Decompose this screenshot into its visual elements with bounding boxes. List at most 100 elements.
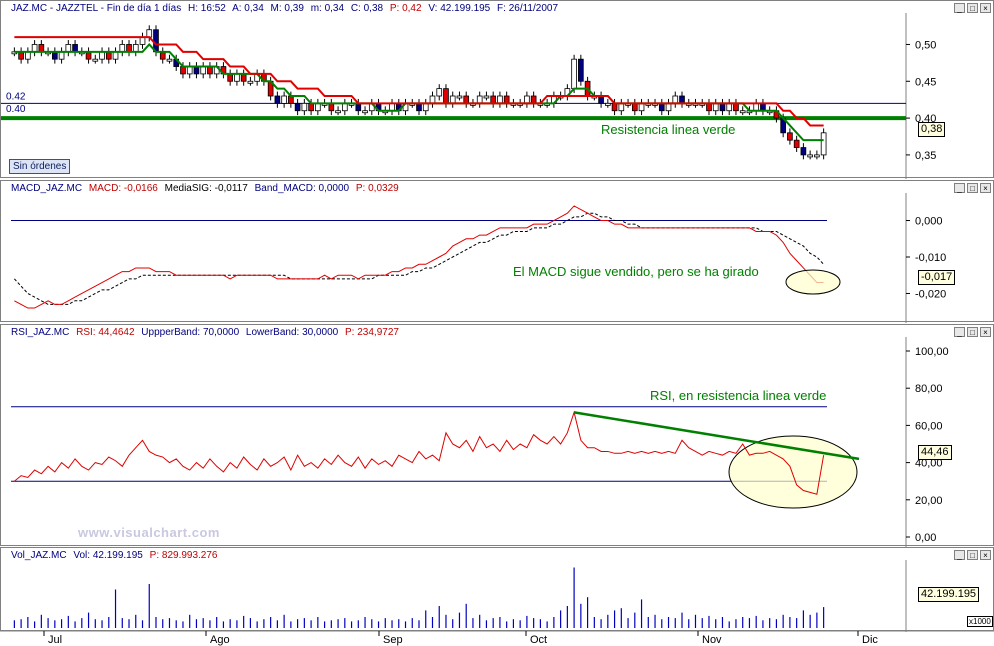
candle bbox=[476, 95, 483, 104]
candle bbox=[618, 102, 625, 112]
candle bbox=[72, 44, 78, 53]
price-tick-label: 0,45 bbox=[915, 76, 936, 88]
candle bbox=[422, 102, 429, 112]
candle bbox=[800, 147, 807, 156]
time-axis: Jul Ago Sep Oct Nov Dic bbox=[0, 631, 994, 646]
candle bbox=[814, 154, 820, 158]
volume-multiplier: x1000 bbox=[967, 616, 993, 627]
rsi-line bbox=[14, 410, 825, 495]
candle bbox=[38, 44, 45, 53]
candle bbox=[92, 58, 99, 62]
macd-line bbox=[14, 205, 824, 309]
candle bbox=[787, 132, 793, 141]
candle bbox=[672, 95, 679, 104]
candle bbox=[119, 44, 126, 53]
candle bbox=[227, 73, 234, 82]
candle bbox=[341, 102, 348, 112]
macd-tick-label: 0,000 bbox=[915, 216, 943, 228]
rsi-trendline bbox=[573, 411, 860, 461]
candle bbox=[733, 102, 739, 112]
candle bbox=[281, 95, 287, 104]
candle bbox=[416, 102, 422, 112]
candle bbox=[274, 95, 281, 104]
month-label: Ago bbox=[210, 634, 230, 646]
watermark: www.visualchart.com bbox=[78, 525, 220, 540]
rsi-tick-label: 100,00 bbox=[915, 346, 949, 358]
candle bbox=[436, 88, 443, 97]
candle bbox=[85, 51, 92, 60]
candle bbox=[234, 73, 240, 82]
candle bbox=[355, 102, 362, 112]
rsi-tick-label: 60,00 bbox=[915, 420, 943, 432]
candle bbox=[301, 102, 308, 112]
candle bbox=[598, 95, 604, 104]
candle bbox=[25, 51, 31, 60]
month-label: Jul bbox=[48, 634, 62, 646]
macd-highlight-ellipse bbox=[785, 269, 841, 295]
candle bbox=[820, 132, 827, 156]
price-panel: JAZ.MC - JAZZTEL - Fin de día 1 días H: … bbox=[0, 0, 994, 179]
price-last-value: 0,38 bbox=[918, 122, 946, 137]
macd-panel: MACD_JAZ.MC MACD: -0,0166 MediaSIG: -0,0… bbox=[0, 180, 994, 323]
candle bbox=[429, 95, 436, 104]
rsi-chart: 100,0080,0060,0040,0020,000,00RSI, en re… bbox=[11, 337, 949, 547]
candle bbox=[18, 51, 24, 60]
candle bbox=[193, 66, 200, 75]
candle bbox=[126, 44, 132, 53]
candle bbox=[52, 51, 58, 60]
candle bbox=[186, 66, 193, 75]
candle bbox=[611, 102, 618, 112]
candle bbox=[132, 44, 139, 53]
volume-chart bbox=[13, 560, 907, 632]
macd-tick-label: -0,020 bbox=[915, 288, 946, 300]
candle bbox=[658, 102, 665, 112]
candle bbox=[604, 102, 611, 106]
candle bbox=[793, 139, 800, 148]
candle bbox=[665, 102, 672, 112]
macd-signal-line bbox=[14, 212, 824, 305]
price-annotation: Resistencia linea verde bbox=[601, 122, 735, 137]
level-label-042: 0.42 bbox=[6, 91, 26, 102]
level-label-040: 0.40 bbox=[6, 104, 26, 115]
candle bbox=[719, 102, 726, 112]
candle bbox=[760, 102, 766, 112]
candle bbox=[247, 80, 254, 84]
candle bbox=[180, 66, 186, 75]
rsi-tick-label: 20,00 bbox=[915, 495, 943, 507]
candle bbox=[483, 95, 490, 99]
candle bbox=[200, 66, 207, 75]
candle bbox=[99, 51, 105, 60]
candle bbox=[449, 95, 456, 104]
volume-last-value: 42.199.195 bbox=[918, 587, 980, 602]
candle bbox=[463, 95, 470, 104]
candle bbox=[159, 51, 166, 60]
candle bbox=[207, 66, 213, 75]
candle bbox=[294, 102, 301, 112]
candle bbox=[726, 102, 733, 112]
macd-last-value: -0,017 bbox=[918, 270, 956, 285]
candle bbox=[503, 95, 510, 104]
candle bbox=[578, 58, 584, 82]
candle bbox=[362, 110, 368, 114]
price-chart: 0,500,450,400,350.420.40Resistencia line… bbox=[1, 13, 936, 179]
candle bbox=[139, 36, 146, 45]
rsi-last-value: 44,46 bbox=[918, 445, 952, 460]
candle bbox=[315, 102, 321, 112]
month-label: Sep bbox=[383, 634, 403, 646]
candle bbox=[105, 51, 112, 60]
candle bbox=[706, 102, 712, 112]
candle bbox=[146, 29, 153, 38]
candle bbox=[31, 44, 38, 53]
rsi-annotation: RSI, en resistencia linea verde bbox=[650, 388, 826, 403]
price-tick-label: 0,35 bbox=[915, 150, 936, 162]
candle bbox=[807, 154, 813, 158]
candle bbox=[328, 102, 335, 112]
rsi-tick-label: 0,00 bbox=[915, 532, 936, 544]
candle bbox=[753, 102, 760, 112]
candle bbox=[571, 58, 577, 90]
candle bbox=[112, 51, 119, 60]
rsi-tick-label: 80,00 bbox=[915, 383, 943, 395]
candle bbox=[739, 110, 746, 114]
candle bbox=[712, 102, 719, 112]
candle bbox=[288, 95, 294, 104]
